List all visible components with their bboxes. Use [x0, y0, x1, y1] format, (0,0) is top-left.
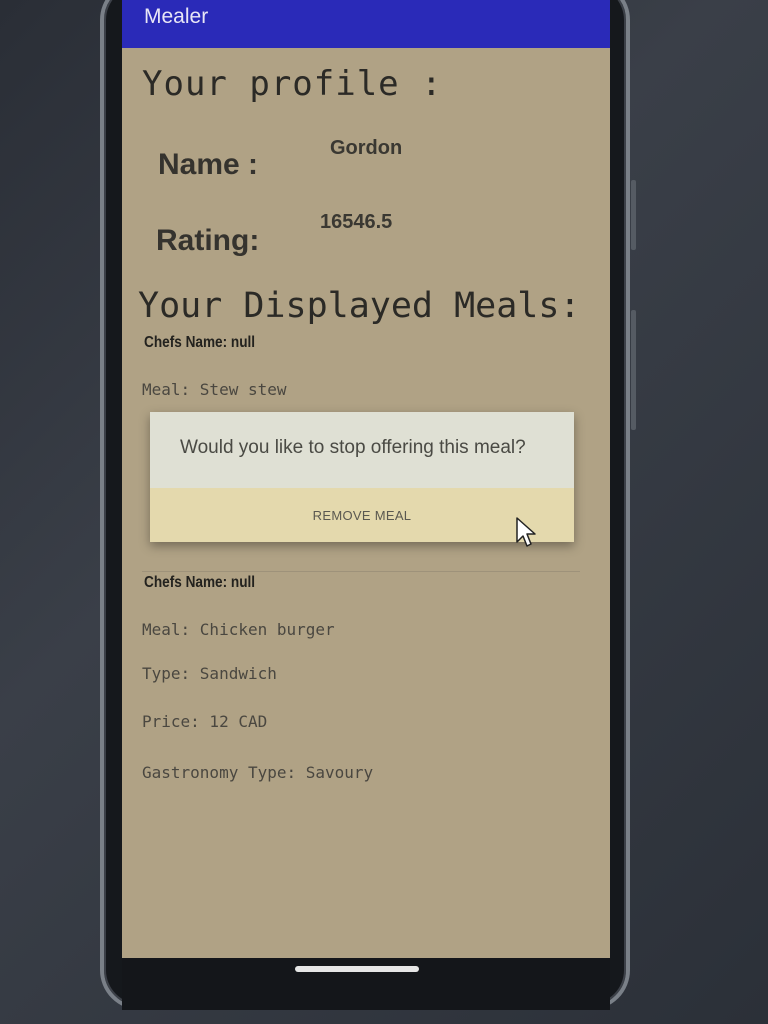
remove-meal-dialog: Would you like to stop offering this mea…: [150, 412, 574, 542]
volume-button: [631, 180, 636, 250]
app-screen: Mealer Your profile : Name : Gordon Rati…: [122, 0, 610, 958]
name-label: Name :: [158, 148, 259, 181]
rating-label: Rating:: [156, 224, 260, 257]
meal-card[interactable]: Chefs Name: null Meal: Chicken burger Ty…: [142, 572, 580, 802]
profile-heading: Your profile :: [142, 64, 443, 104]
chef-name: Chefs Name: null: [144, 574, 256, 591]
name-value: Gordon: [330, 137, 403, 159]
dialog-message: Would you like to stop offering this mea…: [180, 437, 526, 458]
meal-name: Meal: Stew stew: [142, 380, 287, 399]
meal-gastronomy: Gastronomy Type: Savoury: [142, 763, 374, 782]
home-indicator[interactable]: [295, 966, 419, 972]
rating-value: 16546.5: [320, 211, 393, 233]
mouse-pointer-icon: [516, 517, 536, 547]
meals-heading: Your Displayed Meals:: [138, 286, 581, 326]
meal-type: Type: Sandwich: [142, 664, 277, 683]
dialog-actions: REMOVE MEAL: [150, 488, 574, 542]
meal-name: Meal: Chicken burger: [142, 620, 335, 639]
meal-price: Price: 12 CAD: [142, 712, 268, 731]
power-button: [631, 310, 636, 430]
remove-meal-button[interactable]: REMOVE MEAL: [313, 508, 412, 523]
chef-name: Chefs Name: null: [144, 334, 256, 351]
app-bar: Mealer: [122, 0, 610, 48]
app-title: Mealer: [144, 5, 209, 28]
